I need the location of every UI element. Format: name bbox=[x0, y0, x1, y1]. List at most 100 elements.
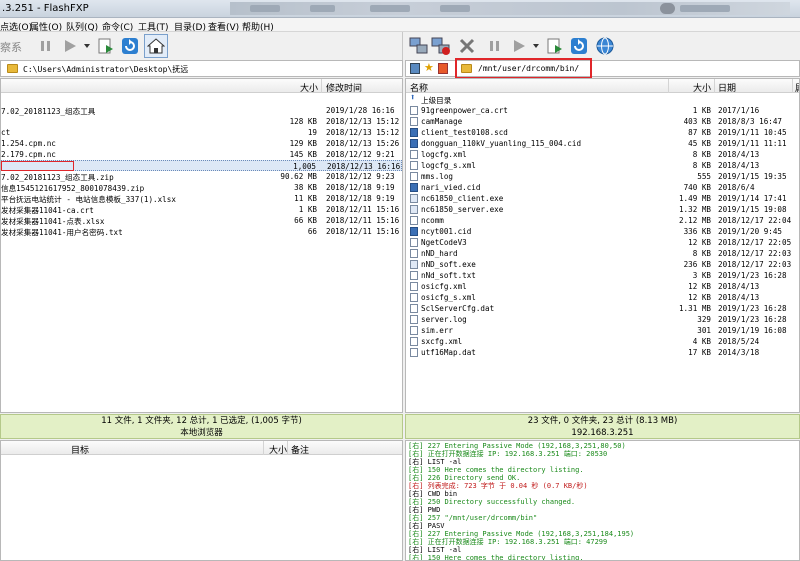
file-name: nND_hard bbox=[421, 249, 458, 258]
transfer-icon-remote[interactable] bbox=[545, 36, 565, 56]
log-line: [右] PASV bbox=[408, 522, 445, 530]
connect-icon[interactable] bbox=[409, 36, 429, 56]
file-date: 2018/12/12 9:21 bbox=[326, 150, 395, 159]
refresh-icon[interactable] bbox=[120, 36, 140, 56]
play-icon-remote[interactable] bbox=[509, 36, 529, 56]
file-size: 11 KB bbox=[294, 194, 317, 203]
remote-file-row[interactable]: nc61850_server.exe 1.32 MB 2019/1/15 19:08 bbox=[406, 204, 799, 215]
pause-icon[interactable] bbox=[36, 36, 56, 56]
local-col-size[interactable]: 大小 bbox=[300, 81, 318, 94]
log-line: [右] 列表完成: 723 字节 于 0.04 秒 (0.7 KB/秒) bbox=[408, 482, 588, 490]
remote-file-row[interactable]: nNd_soft.txt 3 KB 2019/1/23 16:28 bbox=[406, 270, 799, 281]
local-file-row[interactable]: 发材采集器11041-点表.xlsx 66 KB 2018/12/11 15:16 bbox=[1, 215, 402, 226]
file-size: 129 KB bbox=[289, 139, 317, 148]
file-size: 38 KB bbox=[294, 183, 317, 192]
remote-file-row[interactable]: nND_hard 8 KB 2018/12/17 22:03 bbox=[406, 248, 799, 259]
up-arrow-icon: ⬆ bbox=[410, 93, 416, 103]
queue-col-target[interactable]: 目标 bbox=[71, 443, 89, 456]
remote-file-row[interactable]: nND_soft.exe 236 KB 2018/12/17 22:03 bbox=[406, 259, 799, 270]
remote-file-row[interactable]: camManage 403 KB 2018/8/3 16:47 bbox=[406, 116, 799, 127]
remote-file-row[interactable]: logcfg_s.xml 8 KB 2018/4/13 bbox=[406, 160, 799, 171]
local-file-row[interactable]: 发材采集器11041-用户名密码.txt 66 2018/12/11 15:16 bbox=[1, 226, 402, 237]
local-file-row[interactable]: 1.254.cpm.nc 129 KB 2018/12/13 15:26 bbox=[1, 138, 402, 149]
file-size: 4 KB bbox=[692, 337, 711, 346]
local-file-row[interactable]: 128 KB 2018/12/13 15:12 bbox=[1, 116, 402, 127]
file-icon bbox=[410, 348, 418, 357]
local-file-row[interactable]: 7.02_20181123_组态工具 2019/1/28 16:16 bbox=[1, 105, 402, 116]
local-file-row[interactable]: 信息1545121617952_8001078439.zip 38 KB 2018/… bbox=[1, 182, 402, 193]
app-file-icon bbox=[410, 227, 418, 236]
menu-bar: 点选(O) 属性(O) 队列(Q) 命令(C) 工具(T) 目录(D) 查看(V… bbox=[0, 18, 800, 33]
file-icon bbox=[410, 326, 418, 335]
bookmark-icon[interactable] bbox=[438, 63, 448, 74]
file-name: server.log bbox=[421, 315, 467, 324]
home-icon[interactable] bbox=[144, 34, 168, 58]
app-file-icon bbox=[410, 128, 418, 137]
file-size: 8 KB bbox=[692, 150, 711, 159]
remote-status-host: 192.168.3.251 bbox=[571, 428, 634, 438]
file-name: logcfg.xml bbox=[421, 150, 467, 159]
play-icon[interactable] bbox=[60, 36, 80, 56]
chevron-down-icon-remote[interactable] bbox=[531, 36, 541, 56]
remote-file-row[interactable]: sim.err 301 2019/1/19 16:08 bbox=[406, 325, 799, 336]
file-date: 2019/1/11 11:11 bbox=[718, 139, 787, 148]
disconnect-icon[interactable] bbox=[431, 36, 451, 56]
local-file-row[interactable]: 2.179.cpm.nc 145 KB 2018/12/12 9:21 bbox=[1, 149, 402, 160]
transfer-icon[interactable] bbox=[96, 36, 116, 56]
remote-file-row[interactable]: client_test0108.scd 87 KB 2019/1/11 10:45 bbox=[406, 127, 799, 138]
remote-file-row[interactable]: ncyt001.cid 336 KB 2019/1/20 9:45 bbox=[406, 226, 799, 237]
file-size: 1 KB bbox=[692, 106, 711, 115]
chevron-down-icon[interactable] bbox=[82, 36, 92, 56]
file-date: 2019/1/14 17:41 bbox=[718, 194, 787, 203]
remote-file-row[interactable]: mms.log 555 2019/1/15 19:35 bbox=[406, 171, 799, 182]
file-name: SclServerCfg.dat bbox=[421, 304, 495, 313]
globe-icon[interactable] bbox=[595, 36, 615, 56]
file-date: 2017/1/16 bbox=[718, 106, 760, 115]
local-file-row[interactable]: ct 19 2018/12/13 15:12 bbox=[1, 127, 402, 138]
file-size: 17 KB bbox=[688, 348, 711, 357]
remote-col-size[interactable]: 大小 bbox=[693, 81, 711, 94]
file-date: 2018/12/13 16:16 bbox=[327, 162, 401, 171]
exe-file-icon bbox=[410, 260, 418, 269]
remote-file-row[interactable]: nc61850_client.exe 1.49 MB 2019/1/14 17:41 bbox=[406, 193, 799, 204]
local-file-row[interactable]: 7.02_20181123_组态工具.zip 90.62 MB 2018/12/12… bbox=[1, 171, 402, 182]
remote-file-row[interactable]: osicfg_s.xml 12 KB 2018/4/13 bbox=[406, 292, 799, 303]
file-name: nari_vied.cid bbox=[421, 183, 481, 192]
refresh-icon-remote[interactable] bbox=[569, 36, 589, 56]
file-icon bbox=[410, 238, 418, 247]
remote-file-row[interactable]: 91greenpower_ca.crt 1 KB 2017/1/16 bbox=[406, 105, 799, 116]
remote-file-row[interactable]: server.log 329 2019/1/23 16:28 bbox=[406, 314, 799, 325]
file-icon bbox=[410, 161, 418, 170]
log-line: [右] 226 Directory send OK. bbox=[408, 474, 521, 482]
remote-file-row[interactable]: ncomm 2.12 MB 2018/12/17 22:04 bbox=[406, 215, 799, 226]
remote-file-row[interactable]: nari_vied.cid 740 KB 2018/6/4 bbox=[406, 182, 799, 193]
remote-col-date[interactable]: 日期 bbox=[718, 81, 736, 94]
file-date: 2018/12/13 15:26 bbox=[326, 139, 400, 148]
parent-directory-row[interactable]: ⬆ 上级目录 bbox=[406, 93, 799, 105]
app-file-icon bbox=[410, 183, 418, 192]
file-date: 2018/12/17 22:05 bbox=[718, 238, 792, 247]
file-date: 2018/4/13 bbox=[718, 161, 760, 170]
star-icon[interactable]: ★ bbox=[424, 61, 434, 74]
file-name: nc61850_client.exe bbox=[421, 194, 504, 203]
pause-icon-remote[interactable] bbox=[485, 36, 505, 56]
remote-col-attr[interactable]: 属 bbox=[795, 81, 799, 94]
queue-col-size[interactable]: 大小 bbox=[269, 443, 287, 456]
site-manager-icon[interactable] bbox=[410, 63, 420, 74]
transfer-queue: 目标 大小 备注 bbox=[0, 440, 403, 561]
exe-file-icon bbox=[410, 205, 418, 214]
abort-icon[interactable] bbox=[457, 36, 477, 56]
remote-file-row[interactable]: dongguan_110kV_yuanling_115_004.cid 45 KB… bbox=[406, 138, 799, 149]
remote-file-row[interactable]: logcfg.xml 8 KB 2018/4/13 bbox=[406, 149, 799, 160]
remote-file-row[interactable]: NgetCodeV3 12 KB 2018/12/17 22:05 bbox=[406, 237, 799, 248]
remote-file-row[interactable]: osicfg.xml 12 KB 2018/4/13 bbox=[406, 281, 799, 292]
remote-file-row[interactable]: utf16Map.dat 17 KB 2014/3/18 bbox=[406, 347, 799, 358]
queue-col-note[interactable]: 备注 bbox=[291, 443, 309, 456]
file-icon bbox=[410, 172, 418, 181]
local-col-modified[interactable]: 修改时间 bbox=[326, 81, 362, 94]
local-file-row[interactable]: 平台抚远电站统计 - 电站信息模板_337(1).xlsx 11 KB 2018/1… bbox=[1, 193, 402, 204]
remote-file-row[interactable]: SclServerCfg.dat 1.31 MB 2019/1/23 16:28 bbox=[406, 303, 799, 314]
remote-file-row[interactable]: sxcfg.xml 4 KB 2018/5/24 bbox=[406, 336, 799, 347]
local-file-row[interactable]: 发材采集器11041-ca.crt 1 KB 2018/12/11 15:16 bbox=[1, 204, 402, 215]
local-path-bar[interactable]: C:\Users\Administrator\Desktop\抚远 bbox=[0, 60, 403, 77]
